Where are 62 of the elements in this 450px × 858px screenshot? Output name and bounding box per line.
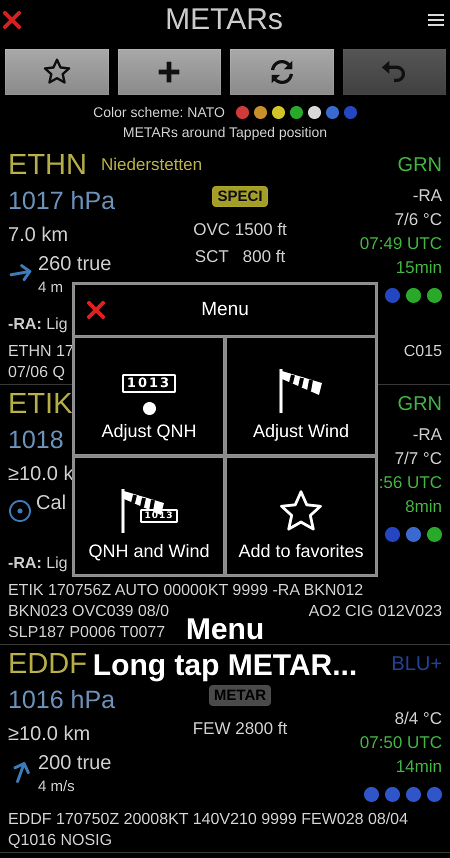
station-name: Niederstetten	[100, 155, 202, 175]
age-text: 14min	[396, 756, 442, 778]
weather-code: -RA	[412, 185, 442, 207]
category-label: BLU+	[391, 652, 442, 676]
metar-text: EDDF 170750Z 20008KT 140V210 9999 FEW028 08/04	[8, 810, 408, 830]
report-type-badge: METAR	[208, 685, 272, 706]
category-label: GRN	[398, 392, 442, 416]
close-button[interactable]	[2, 9, 22, 31]
metar-text: Q1016 NOSIG	[8, 831, 112, 851]
age-text: 8min	[405, 496, 442, 518]
station-code: EDDF	[8, 648, 87, 680]
close-button[interactable]	[85, 299, 107, 321]
wind-speed: 4 m	[38, 278, 64, 298]
observation-time: 07:50 UTC	[360, 732, 442, 754]
metar-text: SLP187 P0006 T0077	[8, 623, 166, 643]
observation-time: 07:49 UTC	[360, 233, 442, 255]
window-title: METARs	[165, 3, 283, 37]
caption-text: Menu	[186, 612, 264, 648]
menu-title: Menu	[200, 299, 250, 321]
observation-time: :56 UTC	[378, 472, 442, 494]
menu-item[interactable]: Add to favorites	[227, 458, 375, 574]
metar-text: AO2 CIG 012V023	[308, 602, 442, 622]
windsock-icon	[278, 367, 324, 415]
cloud-layer: SCT 800 ft	[194, 246, 286, 268]
pressure-text: 1017 hPa	[8, 186, 116, 217]
metar-text: ETIK 170756Z AUTO 00000KT 9999 -RA BKN012	[8, 581, 364, 601]
wind-speed: 4 m/s	[38, 777, 76, 797]
refresh-button[interactable]	[230, 49, 334, 95]
wind-direction: 200 true	[38, 751, 112, 775]
cloud-layer: FEW 2800 ft	[192, 718, 288, 740]
caption-text: Long tap METAR...	[92, 648, 358, 684]
temperature-text: 7/7 °C	[394, 448, 442, 470]
category-label: GRN	[398, 154, 442, 176]
metar-text: 07/06 Q	[8, 363, 65, 383]
temperature-text: 7/6 °C	[394, 209, 442, 231]
station-code: ETHN	[8, 148, 87, 182]
temperature-text: 8/4 °C	[394, 708, 442, 730]
station-code: ETIK	[8, 388, 72, 420]
dot-icon	[142, 402, 156, 415]
weather-description: -RA: Lig	[8, 315, 68, 335]
star-button[interactable]	[5, 49, 108, 95]
plus-button[interactable]	[118, 49, 221, 95]
weather-description: -RA: Lig	[8, 554, 68, 574]
menu-item[interactable]: 1013 Adjust QNH	[75, 338, 223, 454]
pressure-display: 1013	[122, 374, 176, 393]
age-text: 15min	[396, 257, 442, 279]
wind-direction: 260 true	[38, 252, 112, 276]
cloud-layer: OVC 1500 ft	[193, 219, 287, 241]
metar-text: C015	[404, 342, 442, 362]
metar-text: ETHN 17	[8, 342, 74, 362]
visibility-text: ≥10.0 km	[8, 722, 90, 747]
color-scheme-label: Color scheme: NATO	[93, 104, 225, 120]
pressure-text: 1016 hPa	[8, 685, 116, 716]
subtitle: METARs around Tapped position	[122, 124, 328, 140]
target-icon	[8, 499, 32, 523]
report-type-badge: SPECI	[212, 186, 268, 207]
weather-code: -RA	[412, 424, 442, 446]
wind-direction: Cal	[36, 491, 66, 515]
pressure-text: 1018	[8, 425, 64, 456]
visibility-text: 7.0 km	[8, 223, 68, 248]
menu-item[interactable]: Adjust Wind	[227, 338, 375, 454]
metar-text: BKN023 OVC039 08/0	[8, 602, 169, 622]
